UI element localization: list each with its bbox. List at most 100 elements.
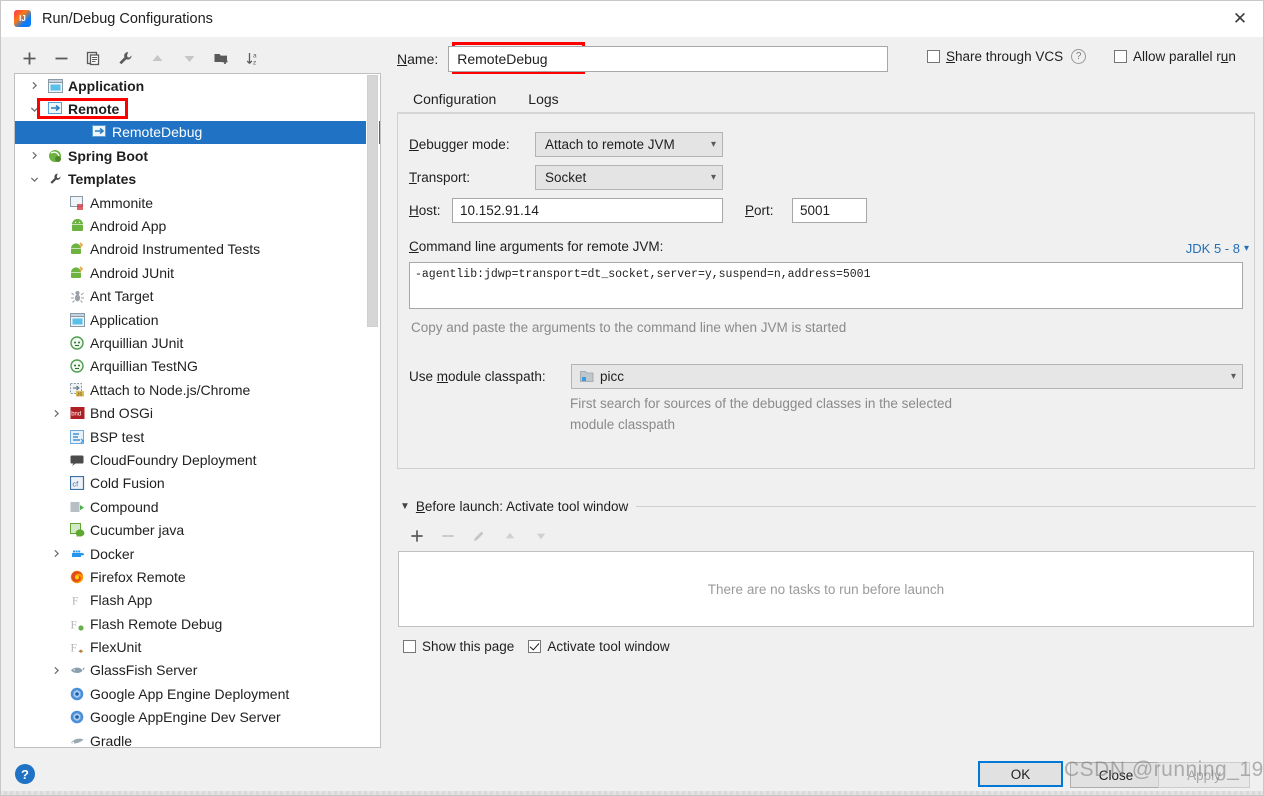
question-mark-icon: ? xyxy=(21,766,29,782)
activate-tool-window-checkbox[interactable]: Activate tool window xyxy=(528,639,670,654)
host-input[interactable]: 10.152.91.14 xyxy=(452,198,723,223)
run-debug-configurations-dialog: Run/Debug Configurations ✕ xyxy=(0,0,1264,796)
tree-item-label: Firefox Remote xyxy=(90,568,186,585)
tree-item-flash-app[interactable]: F Flash App xyxy=(15,589,380,612)
tree-item-glassfish-server[interactable]: GlassFish Server xyxy=(15,659,380,682)
tree-item-flash-remote-debug[interactable]: F Flash Remote Debug xyxy=(15,612,380,635)
tree-scrollbar[interactable] xyxy=(366,75,379,747)
tree-item-arquillian-testng[interactable]: Arquillian TestNG xyxy=(15,355,380,378)
tree-scrollbar-thumb[interactable] xyxy=(367,75,378,327)
tree-item-cold-fusion[interactable]: cf Cold Fusion xyxy=(15,472,380,495)
docker-icon xyxy=(67,546,87,562)
port-label: Port: xyxy=(745,203,774,218)
chevron-right-icon[interactable] xyxy=(23,81,45,90)
tree-item-android-instrumented-tests[interactable]: Android Instrumented Tests xyxy=(15,238,380,261)
module-classpath-select[interactable]: picc ▾ xyxy=(571,364,1243,389)
copy-configuration-button[interactable] xyxy=(77,45,109,71)
tree-item-android-app[interactable]: Android App xyxy=(15,214,380,237)
transport-select[interactable]: Socket ▾ xyxy=(535,165,723,190)
ant-icon xyxy=(67,288,87,304)
edit-task-pencil-icon[interactable] xyxy=(463,524,494,548)
tree-item-docker[interactable]: Docker xyxy=(15,542,380,565)
allow-parallel-label: Allow parallel run xyxy=(1133,49,1236,64)
chevron-down-icon[interactable] xyxy=(23,175,45,184)
add-task-button[interactable] xyxy=(401,524,432,548)
add-configuration-button[interactable] xyxy=(13,45,45,71)
module-classpath-label-row: Use module classpath: xyxy=(409,364,546,389)
tree-item-arquillian-junit[interactable]: Arquillian JUnit xyxy=(15,331,380,354)
ok-button[interactable]: OK xyxy=(978,761,1063,787)
move-task-up-button[interactable] xyxy=(494,524,525,548)
show-this-page-checkbox-box[interactable] xyxy=(403,640,416,653)
tree-item-remotedebug[interactable]: RemoteDebug xyxy=(15,120,380,145)
chevron-right-icon[interactable] xyxy=(45,409,67,418)
show-this-page-checkbox[interactable]: Show this page xyxy=(403,639,514,654)
before-launch-title: Before launch: Activate tool window xyxy=(415,498,629,514)
allow-parallel-checkbox-box[interactable] xyxy=(1114,50,1127,63)
configurations-tree[interactable]: Application Remote RemoteDebug Spring Boot T… xyxy=(14,73,381,748)
port-input[interactable]: 5001 xyxy=(792,198,867,223)
chevron-down-icon: ▾ xyxy=(710,139,716,150)
chevron-right-icon[interactable] xyxy=(23,151,45,160)
move-up-button[interactable] xyxy=(141,45,173,71)
tree-item-bnd-osgi[interactable]: bnd Bnd OSGi xyxy=(15,401,380,424)
chevron-right-icon[interactable] xyxy=(45,666,67,675)
tree-item-compound[interactable]: Compound xyxy=(15,495,380,518)
remove-configuration-button[interactable] xyxy=(45,45,77,71)
tree-item-firefox-remote[interactable]: Firefox Remote xyxy=(15,565,380,588)
tree-item-cucumber-java[interactable]: Cucumber java xyxy=(15,518,380,541)
tree-item-google-appengine-dev-server[interactable]: Google AppEngine Dev Server xyxy=(15,706,380,729)
module-classpath-hint-line1: First search for sources of the debugged… xyxy=(570,396,952,411)
tree-items-container: Application Remote RemoteDebug Spring Boot T… xyxy=(15,74,380,747)
debugger-mode-select[interactable]: Attach to remote JVM ▾ xyxy=(535,132,723,157)
before-launch-checkboxes: Show this page Activate tool window xyxy=(403,639,670,654)
tree-item-cloudfoundry-deployment[interactable]: CloudFoundry Deployment xyxy=(15,448,380,471)
tree-item-application[interactable]: Application xyxy=(15,74,380,97)
tree-item-label: Application xyxy=(68,77,145,94)
debugger-mode-row: Debugger mode: Attach to remote JVM ▾ xyxy=(409,132,723,157)
tree-item-bsp-test[interactable]: BSP test xyxy=(15,425,380,448)
close-button[interactable]: Close xyxy=(1070,762,1162,788)
tree-item-flexunit[interactable]: F FlexUnit xyxy=(15,635,380,658)
svg-text:F: F xyxy=(70,619,76,631)
apply-button[interactable]: Apply xyxy=(1158,762,1250,788)
tree-item-templates[interactable]: Templates xyxy=(15,168,380,191)
tree-item-remote[interactable]: Remote xyxy=(15,97,380,120)
tree-item-application[interactable]: Application xyxy=(15,308,380,331)
jdk-version-selector[interactable]: JDK 5 - 8 ▾ xyxy=(1186,241,1249,256)
tree-item-ammonite[interactable]: Ammonite xyxy=(15,191,380,214)
collapse-triangle-icon[interactable]: ▼ xyxy=(400,501,410,512)
module-classpath-value: picc xyxy=(600,369,625,384)
tree-item-label: Application xyxy=(90,311,159,328)
close-icon[interactable]: ✕ xyxy=(1217,1,1263,37)
command-line-arguments-textarea[interactable]: -agentlib:jdwp=transport=dt_socket,serve… xyxy=(409,262,1243,309)
flash-debug-icon: F xyxy=(67,616,87,632)
name-input[interactable] xyxy=(448,46,889,72)
chevron-down-icon[interactable] xyxy=(23,105,45,114)
tree-item-attach-to-node-js-chrome[interactable]: JS Attach to Node.js/Chrome xyxy=(15,378,380,401)
move-task-down-button[interactable] xyxy=(525,524,556,548)
tree-item-android-junit[interactable]: Android JUnit xyxy=(15,261,380,284)
before-launch-task-list[interactable]: There are no tasks to run before launch xyxy=(398,551,1254,627)
edit-templates-wrench-icon[interactable] xyxy=(109,45,141,71)
android-icon xyxy=(67,218,87,234)
remove-task-button[interactable] xyxy=(432,524,463,548)
share-vcs-checkbox-box[interactable] xyxy=(927,50,940,63)
sort-alphabetically-button[interactable]: a z xyxy=(237,45,269,71)
tree-item-label: Flash App xyxy=(90,592,153,609)
move-down-button[interactable] xyxy=(173,45,205,71)
activate-tool-window-checkbox-box[interactable] xyxy=(528,640,542,653)
tree-item-gradle[interactable]: Gradle xyxy=(15,729,380,747)
tree-item-ant-target[interactable]: Ant Target xyxy=(15,285,380,308)
help-button[interactable]: ? xyxy=(15,764,35,784)
tree-item-google-app-engine-deployment[interactable]: Google App Engine Deployment xyxy=(15,682,380,705)
new-folder-button[interactable] xyxy=(205,45,237,71)
allow-parallel-run-checkbox[interactable]: Allow parallel run xyxy=(1114,49,1236,64)
share-through-vcs-checkbox[interactable]: Share through VCS ? xyxy=(927,49,1094,64)
question-mark-icon[interactable]: ? xyxy=(1071,49,1087,64)
tree-item-label: FlexUnit xyxy=(90,639,142,656)
tree-item-spring-boot[interactable]: Spring Boot xyxy=(15,144,380,167)
before-launch-header[interactable]: ▼ Before launch: Activate tool window xyxy=(400,496,1256,516)
header-rule xyxy=(636,505,1256,507)
chevron-right-icon[interactable] xyxy=(45,549,67,558)
